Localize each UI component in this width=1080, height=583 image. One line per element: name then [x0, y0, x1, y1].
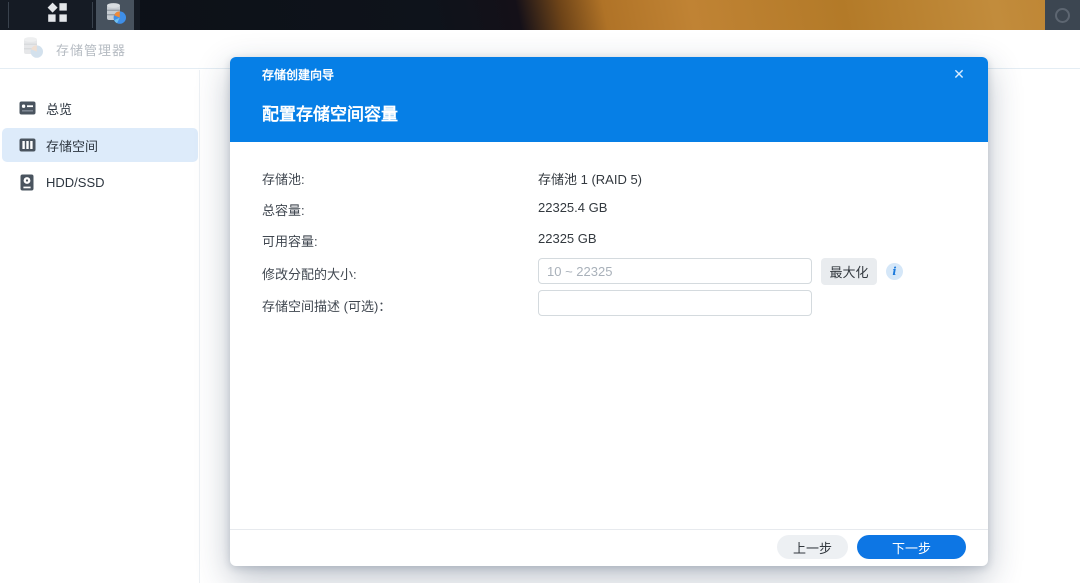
overview-icon: [18, 99, 36, 117]
grid-apps-icon: [47, 2, 68, 28]
maximize-button[interactable]: 最大化: [821, 258, 877, 285]
storage-manager-taskbar-button[interactable]: [96, 0, 134, 30]
close-icon[interactable]: ✕: [948, 63, 970, 85]
back-button[interactable]: 上一步: [777, 535, 848, 559]
sidebar: 总览 存储空间 HDD/SSD: [0, 70, 200, 583]
app-window-title: 存储管理器: [56, 40, 126, 59]
taskbar-separator: [92, 2, 93, 28]
total-capacity-value: 22325.4 GB: [538, 200, 607, 215]
sidebar-item-label: 存储空间: [46, 136, 98, 155]
total-capacity-label: 总容量:: [262, 200, 305, 219]
screen: 存储管理器 总览 存储: [0, 0, 1080, 583]
storage-creation-wizard-dialog: 存储创建向导 ✕ 配置存储空间容量 存储池: 存储池 1 (RAID 5) 总容…: [230, 57, 988, 566]
taskbar: [0, 0, 1080, 30]
tray-circle-icon: [1055, 8, 1070, 23]
next-button[interactable]: 下一步: [857, 535, 966, 559]
sidebar-item-overview[interactable]: 总览: [2, 91, 198, 125]
allocated-size-label: 修改分配的大小:: [262, 264, 357, 283]
sidebar-item-storage-space[interactable]: 存储空间: [2, 128, 198, 162]
description-label: 存储空间描述 (可选)：: [262, 296, 391, 315]
storage-manager-app-icon: [20, 35, 44, 64]
storage-pool-value: 存储池 1 (RAID 5): [538, 169, 642, 188]
sidebar-item-hdd-ssd[interactable]: HDD/SSD: [2, 165, 198, 199]
sidebar-item-label: HDD/SSD: [46, 175, 105, 190]
drive-icon: [18, 173, 36, 191]
storage-pool-label: 存储池:: [262, 169, 305, 188]
sidebar-item-label: 总览: [46, 99, 72, 118]
storage-manager-icon: [103, 1, 127, 30]
dialog-header: 存储创建向导 ✕ 配置存储空间容量: [230, 57, 988, 142]
info-icon[interactable]: i: [886, 263, 903, 280]
available-capacity-value: 22325 GB: [538, 231, 597, 246]
available-capacity-label: 可用容量:: [262, 231, 318, 250]
dialog-step-heading: 配置存储空间容量: [262, 100, 398, 125]
system-tray[interactable]: [1045, 0, 1080, 30]
description-input[interactable]: [538, 290, 812, 316]
volume-icon: [18, 136, 36, 154]
allocated-size-input[interactable]: [538, 258, 812, 284]
taskbar-separator: [8, 2, 9, 28]
footer-divider: [230, 529, 988, 530]
dialog-title: 存储创建向导: [262, 66, 334, 83]
main-menu-button[interactable]: [34, 0, 80, 30]
